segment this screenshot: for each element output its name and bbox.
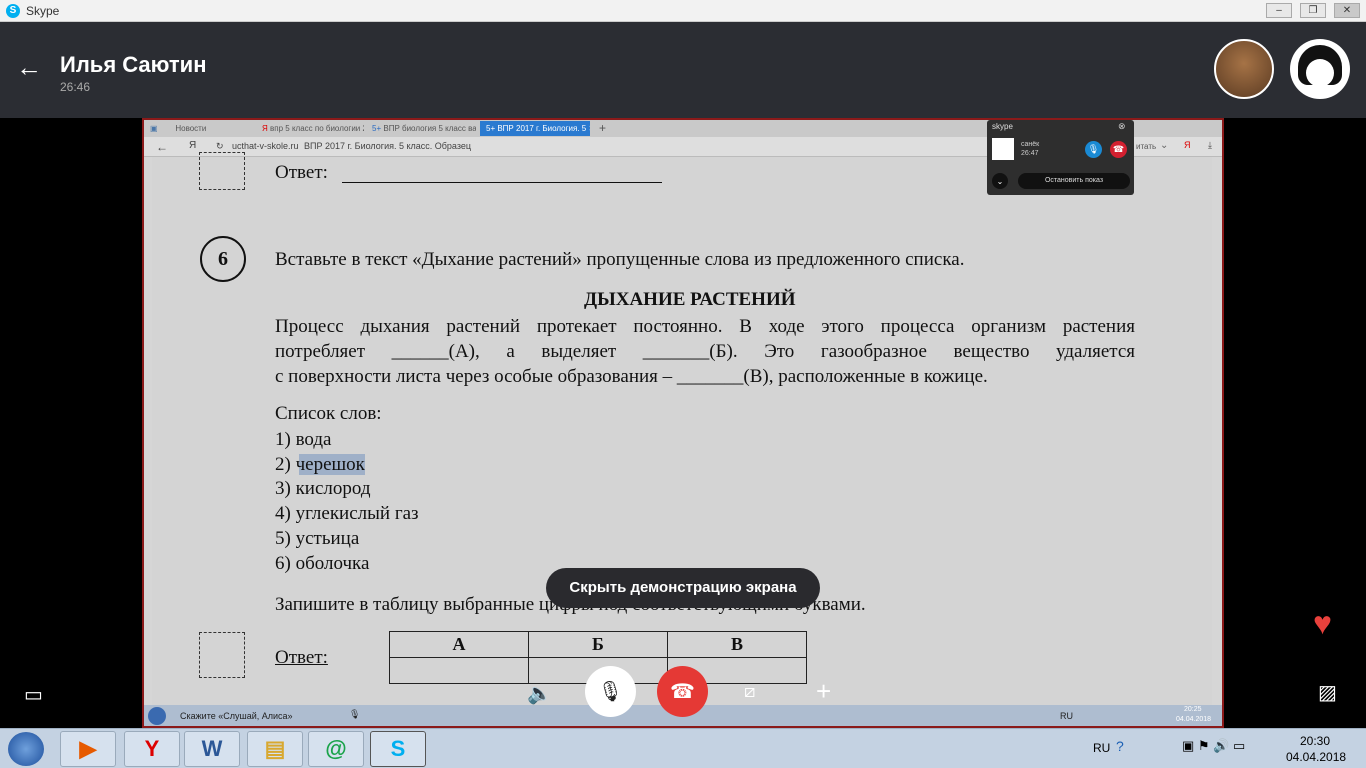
tab[interactable]: 5+ ВПР биология 5 класс вари: [366, 121, 476, 136]
window-title: Skype: [26, 4, 60, 18]
word-item: 3) кислород: [275, 478, 371, 500]
word-list: 1) вода 2) черешок 3) кислород 4) углеки…: [275, 428, 419, 576]
chevron-down-icon[interactable]: ⌄: [1160, 140, 1168, 151]
windows-taskbar: ▶ Y W ▤ @ S RU ? ▣ ⚑ 🔊 ▭ 20:30 04.04.201…: [0, 728, 1366, 768]
answer-label: Ответ:: [275, 647, 328, 668]
word-item: 2) черешок: [275, 453, 365, 475]
skype-taskbar-icon[interactable]: S: [370, 731, 426, 767]
clock-time: 20:30: [1300, 734, 1331, 748]
tab-active[interactable]: 5+ ВПР 2017 г. Биология. 5 ✕: [480, 121, 590, 136]
skype-logo-icon: skype: [992, 122, 1013, 131]
help-icon[interactable]: ?: [1116, 738, 1124, 754]
start-icon[interactable]: [148, 707, 166, 725]
lang-indicator[interactable]: RU: [1093, 741, 1110, 755]
word-item: 1) вода: [275, 429, 332, 450]
task-number: 6: [200, 236, 246, 282]
contact-avatar[interactable]: [1214, 39, 1274, 99]
end-call-button[interactable]: ☎: [1110, 141, 1127, 158]
mic-button[interactable]: 🎙: [585, 666, 636, 717]
yandex-icon[interactable]: Я: [189, 140, 196, 151]
back-arrow-icon[interactable]: ←: [16, 52, 42, 83]
list-title: Список слов:: [275, 403, 382, 424]
text-heading: ДЫХАНИЕ РАСТЕНИЙ: [584, 289, 796, 310]
contact-avatar: [992, 138, 1014, 160]
back-icon[interactable]: ←: [156, 140, 168, 154]
document-page: Ответ: 6 Вставьте в текст «Дыхание расте…: [152, 152, 1212, 705]
url-domain: ucthat-v-skole.ru: [232, 141, 299, 151]
expand-button[interactable]: ⌄: [992, 173, 1008, 189]
date: 04.04.2018: [1176, 716, 1212, 723]
explorer-icon[interactable]: ▤: [247, 731, 303, 767]
contact-name: санёк: [1021, 141, 1040, 148]
add-icon[interactable]: +: [816, 676, 831, 707]
mic-button[interactable]: 🎙: [1085, 141, 1102, 158]
tab[interactable]: Я впр 5 класс по биологии 2(: [256, 121, 364, 136]
media-player-icon[interactable]: ▶: [60, 731, 116, 767]
word-item: 5) устьица: [275, 527, 360, 549]
download-icon[interactable]: ⤓: [1208, 140, 1212, 151]
call-duration: 26:47: [1021, 150, 1039, 157]
yandex-browser-icon[interactable]: Y: [124, 731, 180, 767]
call-duration: 26:46: [60, 80, 91, 94]
yandex-button[interactable]: Я: [1184, 140, 1191, 150]
word-item: 6) оболочка: [275, 552, 370, 574]
end-call-button[interactable]: ☎: [657, 666, 708, 717]
self-avatar[interactable]: [1290, 39, 1350, 99]
clock-date: 04.04.2018: [1286, 750, 1347, 764]
mic-icon[interactable]: 🎙: [349, 709, 360, 720]
video-off-icon[interactable]: ⧄: [744, 681, 755, 702]
word-icon[interactable]: W: [184, 731, 240, 767]
skype-logo-icon: S: [6, 4, 20, 18]
shared-screen: ▣ Новости Я впр 5 класс по биологии 2( 5…: [142, 118, 1224, 728]
task-text: Вставьте в текст «Дыхание растений» проп…: [275, 249, 965, 270]
new-tab-icon[interactable]: +: [599, 121, 606, 135]
maximize-button[interactable]: ❐: [1300, 3, 1326, 18]
time: 20:25: [1184, 706, 1202, 713]
search-text[interactable]: Скажите «Слушай, Алиса»: [180, 711, 293, 721]
gallery-icon[interactable]: ▨: [1318, 680, 1337, 705]
close-icon[interactable]: ⊗: [1118, 121, 1126, 132]
call-header: ← Илья Саютин 26:46: [0, 22, 1366, 118]
stop-sharing-button[interactable]: Остановить показ: [1018, 173, 1130, 189]
lang[interactable]: RU: [1060, 711, 1073, 721]
speaker-icon[interactable]: 🔈: [527, 681, 552, 706]
reader-mode-partial-label[interactable]: итать: [1136, 142, 1156, 151]
answer-line: [342, 182, 662, 183]
start-button[interactable]: [8, 732, 44, 766]
hide-screen-share-button[interactable]: Скрыть демонстрацию экрана: [546, 568, 820, 608]
close-button[interactable]: ✕: [1334, 3, 1360, 18]
tab[interactable]: ▣ Новости: [144, 121, 254, 136]
tray-icons[interactable]: ▣ ⚑ 🔊 ▭: [1182, 738, 1245, 754]
paragraph: Процесс дыхания растений протекает посто…: [275, 316, 1135, 387]
reload-icon[interactable]: ↻: [216, 141, 224, 152]
chat-icon[interactable]: ▭: [24, 682, 43, 707]
contact-name: Илья Саютин: [60, 52, 207, 77]
answer-box: [199, 152, 245, 190]
minimize-button[interactable]: –: [1266, 3, 1292, 18]
url-title: ВПР 2017 г. Биология. 5 класс. Образец: [304, 141, 472, 151]
mini-skype-widget: skype ⊗ санёк 26:47 🎙 ☎ ⌄ Остановить пок…: [987, 120, 1134, 195]
answer-box: [199, 632, 245, 678]
prev-answer-label: Ответ:: [275, 162, 328, 183]
skype-titlebar: S Skype – ❐ ✕: [0, 0, 1366, 22]
heart-icon[interactable]: ♥: [1313, 605, 1332, 642]
word-item: 4) углекислый газ: [275, 503, 419, 525]
mail-icon[interactable]: @: [308, 731, 364, 767]
